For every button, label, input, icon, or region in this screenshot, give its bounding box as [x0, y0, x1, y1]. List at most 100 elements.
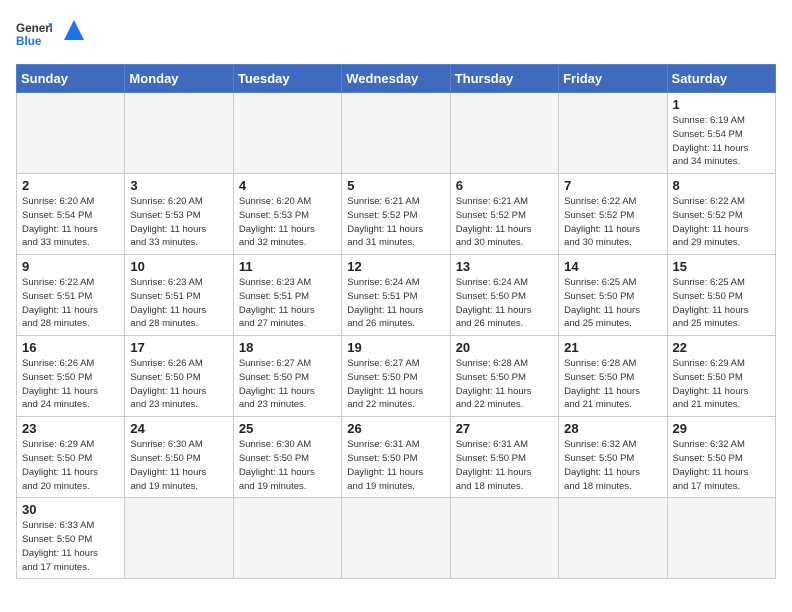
calendar-cell [125, 498, 233, 579]
calendar-cell: 2Sunrise: 6:20 AMSunset: 5:54 PMDaylight… [17, 174, 125, 255]
calendar-cell: 5 Sunrise: 6:21 AMSunset: 5:52 PMDaylight… [342, 174, 450, 255]
calendar-cell: 19Sunrise: 6:27 AMSunset: 5:50 PMDayligh… [342, 336, 450, 417]
calendar-cell [667, 498, 775, 579]
day-number: 8 [673, 178, 770, 193]
day-number: 13 [456, 259, 553, 274]
day-number: 7 [564, 178, 661, 193]
day-header-wednesday: Wednesday [342, 65, 450, 93]
day-info: Sunrise: 6:19 AMSunset: 5:54 PMDaylight:… [673, 114, 770, 169]
day-info: Sunrise: 6:23 AMSunset: 5:51 PMDaylight:… [130, 276, 227, 331]
day-header-sunday: Sunday [17, 65, 125, 93]
calendar-week-row: 30Sunrise: 6:33 AMSunset: 5:50 PMDayligh… [17, 498, 776, 579]
day-info: Sunrise: 6:29 AMSunset: 5:50 PMDaylight:… [22, 438, 119, 493]
day-info: Sunrise: 6:21 AMSunset: 5:52 PMDaylight:… [347, 195, 444, 250]
day-info: Sunrise: 6:24 AMSunset: 5:50 PMDaylight:… [456, 276, 553, 331]
calendar-cell: 12 Sunrise: 6:24 AMSunset: 5:51 PMDayligh… [342, 255, 450, 336]
day-number: 22 [673, 340, 770, 355]
day-header-tuesday: Tuesday [233, 65, 341, 93]
day-number: 11 [239, 259, 336, 274]
day-info: Sunrise: 6:30 AMSunset: 5:50 PMDaylight:… [130, 438, 227, 493]
calendar-cell: 11 Sunrise: 6:23 AMSunset: 5:51 PMDayligh… [233, 255, 341, 336]
day-info: Sunrise: 6:32 AMSunset: 5:50 PMDaylight:… [564, 438, 661, 493]
calendar-cell: 9Sunrise: 6:22 AMSunset: 5:51 PMDaylight… [17, 255, 125, 336]
calendar-cell: 28 Sunrise: 6:32 AMSunset: 5:50 PMDayligh… [559, 417, 667, 498]
day-info: Sunrise: 6:30 AMSunset: 5:50 PMDaylight:… [239, 438, 336, 493]
day-number: 28 [564, 421, 661, 436]
day-number: 18 [239, 340, 336, 355]
day-info: Sunrise: 6:25 AMSunset: 5:50 PMDaylight:… [564, 276, 661, 331]
calendar-cell: 23 Sunrise: 6:29 AMSunset: 5:50 PMDayligh… [17, 417, 125, 498]
day-info: Sunrise: 6:28 AMSunset: 5:50 PMDaylight:… [564, 357, 661, 412]
calendar-cell: 14Sunrise: 6:25 AMSunset: 5:50 PMDayligh… [559, 255, 667, 336]
page-header: General Blue [16, 16, 776, 52]
day-info: Sunrise: 6:31 AMSunset: 5:50 PMDaylight:… [347, 438, 444, 493]
day-info: Sunrise: 6:20 AMSunset: 5:53 PMDaylight:… [239, 195, 336, 250]
day-number: 23 [22, 421, 119, 436]
day-header-friday: Friday [559, 65, 667, 93]
calendar-cell: 17Sunrise: 6:26 AMSunset: 5:50 PMDayligh… [125, 336, 233, 417]
calendar-cell [450, 498, 558, 579]
calendar-week-row: 1Sunrise: 6:19 AMSunset: 5:54 PMDaylight… [17, 93, 776, 174]
calendar-cell: 22 Sunrise: 6:29 AMSunset: 5:50 PMDayligh… [667, 336, 775, 417]
calendar-table: SundayMondayTuesdayWednesdayThursdayFrid… [16, 64, 776, 579]
calendar-cell: 10 Sunrise: 6:23 AMSunset: 5:51 PMDayligh… [125, 255, 233, 336]
day-number: 15 [673, 259, 770, 274]
calendar-cell: 21Sunrise: 6:28 AMSunset: 5:50 PMDayligh… [559, 336, 667, 417]
calendar-cell: 13 Sunrise: 6:24 AMSunset: 5:50 PMDayligh… [450, 255, 558, 336]
calendar-cell [559, 93, 667, 174]
calendar-cell: 16 Sunrise: 6:26 AMSunset: 5:50 PMDayligh… [17, 336, 125, 417]
calendar-cell: 26 Sunrise: 6:31 AMSunset: 5:50 PMDayligh… [342, 417, 450, 498]
day-info: Sunrise: 6:24 AMSunset: 5:51 PMDaylight:… [347, 276, 444, 331]
calendar-cell [450, 93, 558, 174]
calendar-cell: 7Sunrise: 6:22 AMSunset: 5:52 PMDaylight… [559, 174, 667, 255]
calendar-cell: 4 Sunrise: 6:20 AMSunset: 5:53 PMDaylight… [233, 174, 341, 255]
logo-triangle-icon [64, 20, 84, 40]
day-info: Sunrise: 6:32 AMSunset: 5:50 PMDaylight:… [673, 438, 770, 493]
day-number: 12 [347, 259, 444, 274]
day-header-monday: Monday [125, 65, 233, 93]
day-info: Sunrise: 6:26 AMSunset: 5:50 PMDaylight:… [22, 357, 119, 412]
calendar-week-row: 16 Sunrise: 6:26 AMSunset: 5:50 PMDayligh… [17, 336, 776, 417]
calendar-cell: 6Sunrise: 6:21 AMSunset: 5:52 PMDaylight… [450, 174, 558, 255]
calendar-header-row: SundayMondayTuesdayWednesdayThursdayFrid… [17, 65, 776, 93]
day-number: 6 [456, 178, 553, 193]
day-number: 25 [239, 421, 336, 436]
calendar-week-row: 23 Sunrise: 6:29 AMSunset: 5:50 PMDayligh… [17, 417, 776, 498]
day-info: Sunrise: 6:23 AMSunset: 5:51 PMDaylight:… [239, 276, 336, 331]
day-number: 10 [130, 259, 227, 274]
calendar-cell [233, 93, 341, 174]
day-number: 3 [130, 178, 227, 193]
day-number: 17 [130, 340, 227, 355]
day-header-thursday: Thursday [450, 65, 558, 93]
calendar-cell: 20Sunrise: 6:28 AMSunset: 5:50 PMDayligh… [450, 336, 558, 417]
calendar-cell [559, 498, 667, 579]
day-number: 5 [347, 178, 444, 193]
day-number: 26 [347, 421, 444, 436]
day-number: 19 [347, 340, 444, 355]
day-info: Sunrise: 6:29 AMSunset: 5:50 PMDaylight:… [673, 357, 770, 412]
day-number: 4 [239, 178, 336, 193]
calendar-cell: 3 Sunrise: 6:20 AMSunset: 5:53 PMDaylight… [125, 174, 233, 255]
calendar-cell: 29Sunrise: 6:32 AMSunset: 5:50 PMDayligh… [667, 417, 775, 498]
day-info: Sunrise: 6:27 AMSunset: 5:50 PMDaylight:… [239, 357, 336, 412]
day-number: 9 [22, 259, 119, 274]
calendar-cell: 30Sunrise: 6:33 AMSunset: 5:50 PMDayligh… [17, 498, 125, 579]
calendar-cell: 1Sunrise: 6:19 AMSunset: 5:54 PMDaylight… [667, 93, 775, 174]
logo-icon: General Blue [16, 16, 52, 52]
calendar-cell [17, 93, 125, 174]
calendar-cell: 24 Sunrise: 6:30 AMSunset: 5:50 PMDayligh… [125, 417, 233, 498]
calendar-cell [342, 93, 450, 174]
day-info: Sunrise: 6:25 AMSunset: 5:50 PMDaylight:… [673, 276, 770, 331]
svg-text:Blue: Blue [16, 35, 42, 48]
logo: General Blue [16, 16, 84, 52]
calendar-cell: 8 Sunrise: 6:22 AMSunset: 5:52 PMDaylight… [667, 174, 775, 255]
day-info: Sunrise: 6:22 AMSunset: 5:52 PMDaylight:… [673, 195, 770, 250]
day-info: Sunrise: 6:28 AMSunset: 5:50 PMDaylight:… [456, 357, 553, 412]
day-number: 24 [130, 421, 227, 436]
day-number: 27 [456, 421, 553, 436]
day-number: 16 [22, 340, 119, 355]
day-info: Sunrise: 6:20 AMSunset: 5:53 PMDaylight:… [130, 195, 227, 250]
calendar-cell: 25 Sunrise: 6:30 AMSunset: 5:50 PMDayligh… [233, 417, 341, 498]
day-number: 2 [22, 178, 119, 193]
calendar-cell [342, 498, 450, 579]
